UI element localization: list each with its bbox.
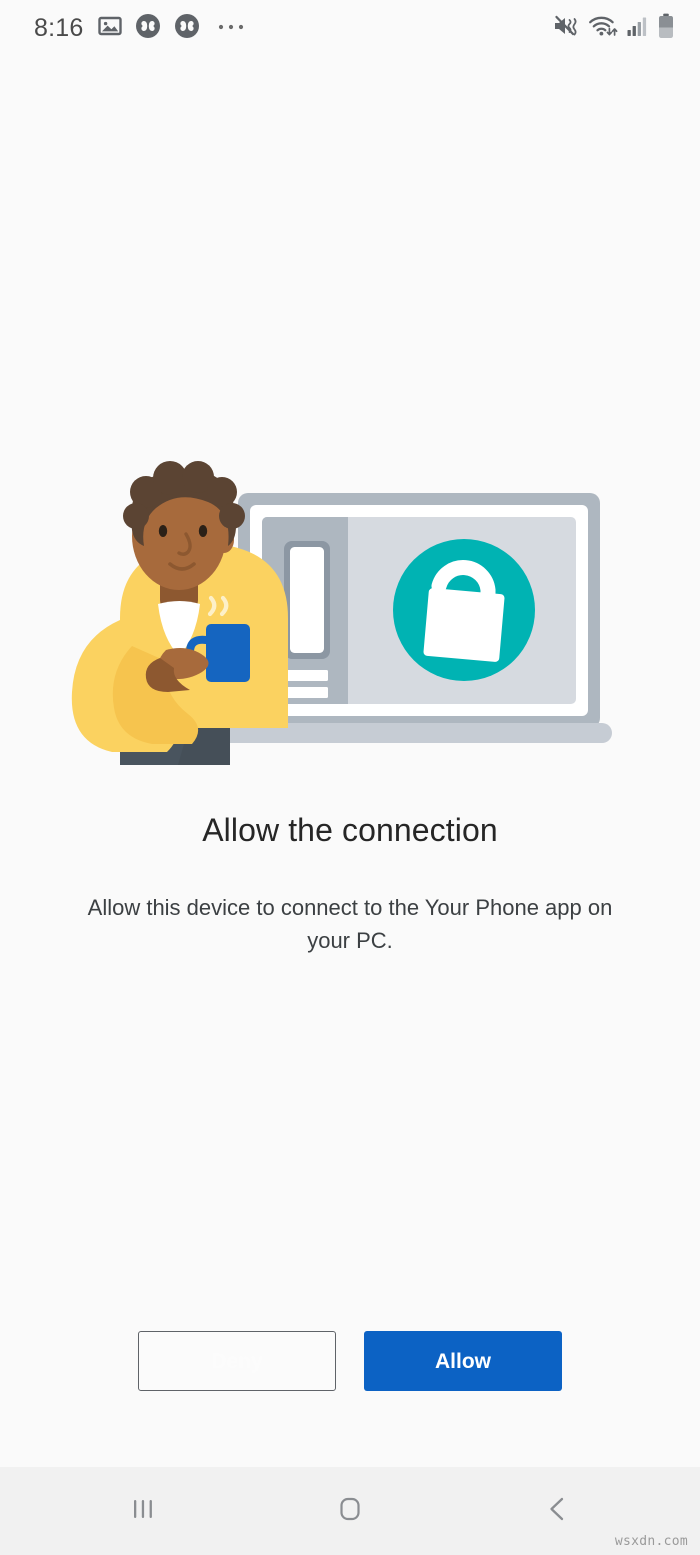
- status-bar-right: [553, 13, 678, 44]
- mute-vibrate-icon: [553, 14, 579, 43]
- allow-button[interactable]: Allow: [364, 1331, 562, 1391]
- status-bar: 8:16: [0, 0, 700, 56]
- image-icon: [98, 14, 123, 43]
- back-chevron-icon: [544, 1494, 570, 1529]
- phone-screen: 8:16 Allow the connection Allow this dev…: [0, 0, 700, 1555]
- clover-notification-icon-2: [174, 13, 200, 44]
- wifi-icon: [588, 14, 618, 43]
- home-button[interactable]: [290, 1467, 410, 1555]
- status-bar-clock: 8:16: [34, 13, 84, 42]
- illustration-svg: [71, 461, 612, 765]
- navigation-bar: wsxdn.com: [0, 1467, 700, 1555]
- recent-apps-icon: [130, 1496, 156, 1527]
- signal-icon: [627, 15, 649, 42]
- home-icon: [335, 1494, 365, 1529]
- main-content: Allow the connection Allow this device t…: [0, 56, 700, 1467]
- allow-connection-illustration: [0, 418, 700, 778]
- page-subtitle: Allow this device to connect to the Your…: [87, 895, 613, 953]
- clover-notification-icon-1: [135, 13, 161, 44]
- action-buttons: Deny Allow: [0, 1331, 700, 1391]
- battery-icon: [658, 13, 674, 44]
- status-bar-left: 8:16: [34, 13, 245, 44]
- page-title: Allow the connection: [202, 812, 498, 848]
- back-button[interactable]: [497, 1467, 617, 1555]
- unlock-padlock-icon: [393, 539, 535, 681]
- deny-button[interactable]: Deny: [138, 1331, 336, 1391]
- recent-apps-button[interactable]: [83, 1467, 203, 1555]
- more-notifications-icon: [217, 19, 245, 37]
- watermark: wsxdn.com: [614, 1534, 688, 1549]
